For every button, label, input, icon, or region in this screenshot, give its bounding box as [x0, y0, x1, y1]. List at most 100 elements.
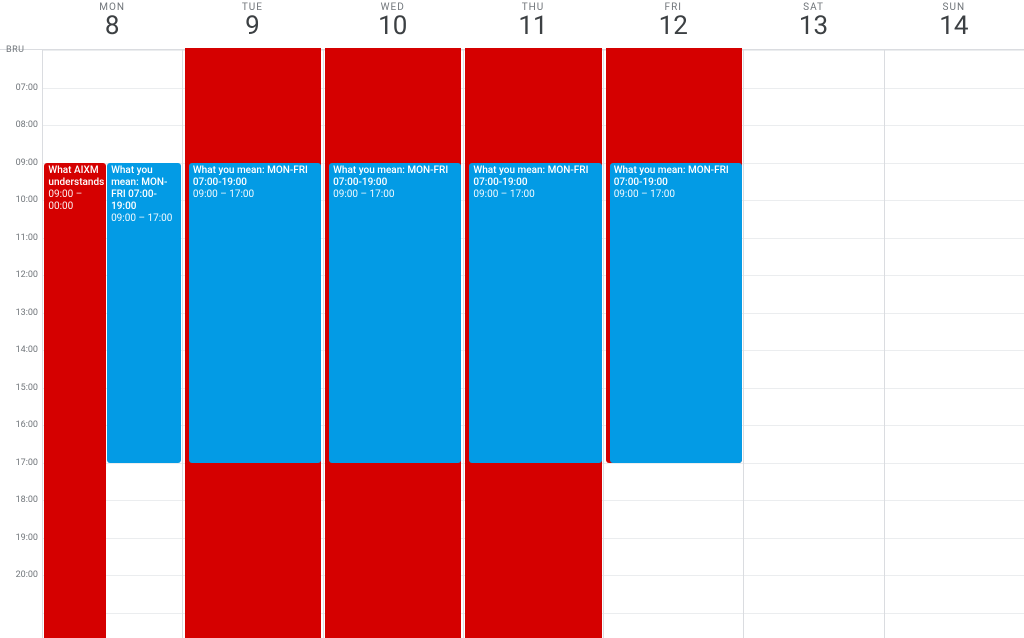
hour-label: 08:00 [16, 120, 38, 130]
hour-gridline [885, 388, 1024, 389]
event-time: 09:00 – 17:00 [614, 189, 738, 201]
event-title: What you mean: MON-FRI 07:00-19:00 [614, 165, 738, 189]
day-header[interactable]: MON8 [42, 0, 182, 50]
hour-label: 15:00 [16, 383, 38, 393]
hour-label: 13:00 [16, 308, 38, 318]
day-number: 11 [463, 11, 603, 41]
hour-gridline [885, 575, 1024, 576]
hour-gridline [604, 463, 743, 464]
event-title: What you mean: MON-FRI 07:00-19:00 [193, 165, 317, 189]
hour-gridline [744, 200, 883, 201]
hour-gridline [885, 538, 1024, 539]
hour-gridline [885, 200, 1024, 201]
calendar-event[interactable]: What you mean: MON-FRI 07:00-19:0009:00 … [610, 163, 742, 463]
hour-label: 07:00 [16, 83, 38, 93]
hour-gridline [885, 500, 1024, 501]
hour-gridline [885, 238, 1024, 239]
hour-gridline [744, 425, 883, 426]
calendar-event[interactable]: What you mean: MON-FRI 07:00-19:0009:00 … [107, 163, 181, 463]
day-column[interactable]: What you mean: MON-FRI 07:00-19:0009:00 … [183, 50, 323, 638]
day-headers: MON8TUE9WED10THU11FRI12SAT13SUN14 [42, 0, 1024, 50]
event-time: 09:00 – 17:00 [111, 213, 177, 225]
hour-gridline [744, 125, 883, 126]
hour-gridline [744, 463, 883, 464]
hour-gridline [885, 313, 1024, 314]
hour-gridline [885, 613, 1024, 614]
day-number: 10 [323, 11, 463, 41]
event-title: What AIXM understands [48, 165, 101, 189]
hour-gridline [885, 275, 1024, 276]
hour-gridline [604, 613, 743, 614]
hour-gridline [744, 613, 883, 614]
hour-label: 17:00 [16, 458, 38, 468]
hour-gridline [885, 163, 1024, 164]
hour-label: 18:00 [16, 495, 38, 505]
hour-gridline [885, 50, 1024, 51]
hour-label: 09:00 [16, 158, 38, 168]
hour-gridline [744, 163, 883, 164]
hour-label: 12:00 [16, 270, 38, 280]
calendar-event[interactable]: What AIXM understands09:00 – 00:00 [44, 163, 105, 638]
event-title: What you mean: MON-FRI 07:00-19:00 [333, 165, 457, 189]
hour-gridline [744, 275, 883, 276]
hour-label: 14:00 [16, 345, 38, 355]
hour-gridline [744, 238, 883, 239]
hour-gridline [885, 125, 1024, 126]
hour-label: 11:00 [16, 233, 38, 243]
day-number: 9 [182, 11, 322, 41]
day-number: 13 [743, 11, 883, 41]
hour-gutter: 06:0007:0008:0009:0010:0011:0012:0013:00… [0, 50, 43, 638]
event-time: 09:00 – 00:00 [48, 189, 101, 213]
hour-gridline [43, 88, 182, 89]
day-header[interactable]: WED10 [323, 0, 463, 50]
hour-gridline [744, 388, 883, 389]
day-header[interactable]: SAT13 [743, 0, 883, 50]
hour-gridline [885, 350, 1024, 351]
hour-label: 10:00 [16, 195, 38, 205]
hour-gridline [604, 500, 743, 501]
hour-gridline [744, 500, 883, 501]
day-column[interactable]: What you mean: MON-FRI 07:00-19:0009:00 … [604, 50, 744, 638]
calendar-event[interactable]: What you mean: MON-FRI 07:00-19:0009:00 … [469, 163, 601, 463]
day-number: 12 [603, 11, 743, 41]
event-title: What you mean: MON-FRI 07:00-19:00 [111, 165, 177, 213]
hour-label: 19:00 [16, 533, 38, 543]
hour-gridline [744, 538, 883, 539]
day-header[interactable]: THU11 [463, 0, 603, 50]
day-header[interactable]: TUE9 [182, 0, 322, 50]
day-columns[interactable]: What AIXM understands09:00 – 00:00What y… [43, 50, 1024, 638]
event-title: What you mean: MON-FRI 07:00-19:00 [473, 165, 597, 189]
hour-gridline [744, 350, 883, 351]
calendar-grid: 06:0007:0008:0009:0010:0011:0012:0013:00… [0, 50, 1024, 638]
day-column[interactable]: What AIXM understands09:00 – 00:00What y… [43, 50, 183, 638]
day-column[interactable] [744, 50, 884, 638]
hour-gridline [604, 538, 743, 539]
event-time: 09:00 – 17:00 [473, 189, 597, 201]
event-time: 09:00 – 17:00 [193, 189, 317, 201]
hour-gridline [885, 463, 1024, 464]
hour-gridline [744, 88, 883, 89]
day-header[interactable]: SUN14 [884, 0, 1024, 50]
calendar-week-view: BRU MON8TUE9WED10THU11FRI12SAT13SUN14 06… [0, 0, 1024, 638]
day-number: 8 [42, 11, 182, 41]
header-row: BRU MON8TUE9WED10THU11FRI12SAT13SUN14 [0, 0, 1024, 50]
hour-label: 16:00 [16, 420, 38, 430]
hour-gridline [885, 425, 1024, 426]
calendar-event[interactable]: What you mean: MON-FRI 07:00-19:0009:00 … [329, 163, 461, 463]
day-column[interactable]: What you mean: MON-FRI 07:00-19:0009:00 … [324, 50, 464, 638]
day-number: 14 [884, 11, 1024, 41]
hour-gridline [604, 575, 743, 576]
hour-gridline [744, 313, 883, 314]
hour-gridline [744, 575, 883, 576]
timezone-cell: BRU [0, 0, 42, 50]
hour-gridline [43, 125, 182, 126]
day-header[interactable]: FRI12 [603, 0, 743, 50]
event-time: 09:00 – 17:00 [333, 189, 457, 201]
hour-gridline [744, 50, 883, 51]
hour-label: 20:00 [16, 570, 38, 580]
calendar-event[interactable]: What you mean: MON-FRI 07:00-19:0009:00 … [189, 163, 321, 463]
day-column[interactable] [885, 50, 1024, 638]
day-column[interactable]: What you mean: MON-FRI 07:00-19:0009:00 … [464, 50, 604, 638]
hour-gridline [885, 88, 1024, 89]
hour-gridline [43, 50, 182, 51]
